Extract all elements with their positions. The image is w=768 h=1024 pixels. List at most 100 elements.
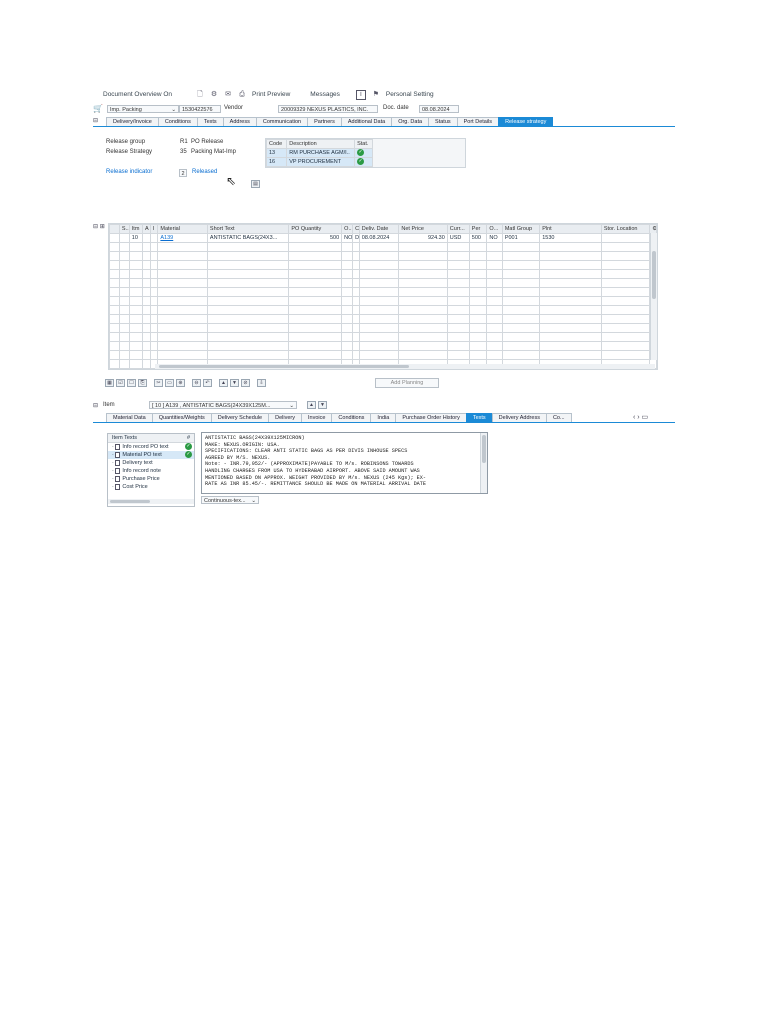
tab-status[interactable]: Status	[428, 117, 458, 126]
empty-table-row[interactable]	[109, 305, 657, 315]
tab-texts[interactable]: Texts	[196, 117, 224, 126]
col-short-text[interactable]: Short Text	[206, 224, 290, 234]
col-opu[interactable]: O...	[486, 224, 503, 234]
col-po-quantity[interactable]: PO Quantity	[288, 224, 343, 234]
text-editor[interactable]: ANTISTATIC BAGS(24X39X125MICRON) MAKE: N…	[201, 432, 488, 494]
tab-port-details[interactable]: Port Details	[456, 117, 500, 126]
row-selector[interactable]	[109, 287, 120, 297]
empty-table-row[interactable]	[109, 296, 657, 306]
cell-matl-group[interactable]: P001	[501, 233, 541, 243]
row-selector[interactable]	[109, 296, 120, 306]
empty-table-row[interactable]	[109, 242, 657, 252]
personal-setting-button[interactable]: Personal Setting	[386, 91, 434, 98]
item-select[interactable]: [ 10 ] A139 , ANTISTATIC BAGS(24X39X125M…	[149, 401, 297, 409]
item-collapse-icon[interactable]: ⊟	[93, 402, 101, 409]
row-selector[interactable]	[109, 233, 120, 243]
details-icon[interactable]: ▦	[105, 379, 114, 387]
copy-icon[interactable]: ⎘	[138, 379, 147, 387]
hold-icon[interactable]: ⚙	[210, 91, 218, 99]
tab-conditions[interactable]: Conditions	[157, 117, 198, 126]
select-all-icon[interactable]: ☑	[116, 379, 125, 387]
tab-delivery-schedule[interactable]: Delivery Schedule	[210, 413, 270, 422]
other-po-icon[interactable]: ✉	[224, 91, 232, 99]
row-selector[interactable]	[109, 350, 120, 360]
tab-scroll-arrows[interactable]: ‹ › ▭	[633, 413, 648, 421]
col-net-price[interactable]: Net Price	[398, 224, 448, 234]
release-indicator-code[interactable]: 2	[179, 169, 187, 177]
collapse-header-icon[interactable]: ⊟	[93, 117, 101, 125]
deselect-all-icon[interactable]: ☐	[127, 379, 136, 387]
scroll-thumb[interactable]	[652, 251, 656, 299]
tab-po-history[interactable]: Purchase Order History	[395, 413, 467, 422]
tab-additional-data[interactable]: Additional Data	[340, 117, 393, 126]
col-curr[interactable]: Curr...	[446, 224, 470, 234]
cell-c[interactable]: D	[352, 233, 360, 243]
previous-item-icon[interactable]: ▲	[307, 401, 316, 409]
row-selector[interactable]	[109, 323, 120, 333]
document-overview-button[interactable]: Document Overview On	[103, 91, 172, 98]
cell-oun[interactable]: NO	[341, 233, 354, 243]
paste-icon[interactable]: ▭	[165, 379, 174, 387]
cell-po-quantity[interactable]: 500	[288, 233, 343, 243]
export-icon[interactable]: ⇩	[257, 379, 266, 387]
release-detail-icon[interactable]: ▤	[251, 180, 260, 188]
empty-table-row[interactable]	[109, 269, 657, 279]
row-selector[interactable]	[109, 260, 120, 270]
sort-asc-icon[interactable]: ▲	[219, 379, 228, 387]
scroll-thumb[interactable]	[159, 365, 409, 368]
tab-quantities-weights[interactable]: Quantities/Weights	[151, 413, 212, 422]
row-selector[interactable]	[109, 314, 120, 324]
col-matl-group[interactable]: Matl Group	[501, 224, 541, 234]
cell-stor-location[interactable]	[600, 233, 651, 243]
list-item[interactable]: · Info record note	[108, 467, 194, 475]
row-selector[interactable]	[109, 242, 120, 252]
empty-table-row[interactable]	[109, 332, 657, 342]
texts-list-scrollbar[interactable]	[108, 499, 194, 504]
empty-table-row[interactable]	[109, 251, 657, 261]
scroll-thumb[interactable]	[482, 435, 486, 463]
tab-material-data[interactable]: Material Data	[106, 413, 153, 422]
list-item[interactable]: · Purchase Price	[108, 475, 194, 483]
cell-curr[interactable]: USD	[446, 233, 470, 243]
empty-table-row[interactable]	[109, 323, 657, 333]
col-per[interactable]: Per	[468, 224, 488, 234]
tab-delivery-invoice[interactable]: Delivery/Invoice	[106, 117, 159, 126]
print-preview-icon[interactable]: ⎙	[238, 91, 246, 99]
empty-table-row[interactable]	[109, 287, 657, 297]
cell-deliv-date[interactable]: 08.08.2024	[358, 233, 400, 243]
table-row[interactable]: 10 A139 ANTISTATIC BAGS(24X3... 500 NO D…	[109, 233, 657, 243]
scroll-thumb[interactable]	[110, 500, 150, 503]
tab-address[interactable]: Address	[222, 117, 257, 126]
help-icon[interactable]: i	[355, 89, 366, 100]
items-vertical-scrollbar[interactable]	[650, 233, 657, 360]
list-item[interactable]: · Delivery text	[108, 459, 194, 467]
tab-org-data[interactable]: Org. Data	[391, 117, 430, 126]
next-item-icon[interactable]: ▼	[318, 401, 327, 409]
col-stor-location[interactable]: Stor. Location	[600, 224, 651, 234]
empty-table-row[interactable]	[109, 341, 657, 351]
cell-per[interactable]: 500	[468, 233, 488, 243]
col-material[interactable]: Material	[157, 224, 208, 234]
list-item[interactable]: · Info record PO text ✓	[108, 443, 194, 451]
new-document-icon[interactable]: 🗋	[196, 91, 204, 99]
col-itm[interactable]: Itm	[128, 224, 143, 234]
row-selector[interactable]	[109, 332, 120, 342]
add-planning-button[interactable]: Add Planning	[375, 378, 439, 388]
tab-india[interactable]: India	[370, 413, 397, 422]
col-plnt[interactable]: Plnt	[539, 224, 602, 234]
col-a[interactable]: A	[142, 224, 151, 234]
insert-row-icon[interactable]: ⊕	[176, 379, 185, 387]
empty-table-row[interactable]	[109, 314, 657, 324]
personal-setting-icon[interactable]: ⚑	[372, 91, 380, 99]
cell-opu[interactable]: NO	[486, 233, 503, 243]
po-type-select[interactable]: Imp. Packing ⌄	[107, 105, 179, 113]
messages-button[interactable]: Messages	[310, 91, 340, 98]
tab-item-conditions[interactable]: Conditions	[331, 413, 372, 422]
filter-off-icon[interactable]: ⊘	[241, 379, 250, 387]
vendor-field[interactable]: 20009329 NEXUS PLASTICS, INC.	[278, 105, 378, 113]
print-preview-button[interactable]: Print Preview	[252, 91, 290, 98]
items-collapse-icon[interactable]: ⊟ ⊞	[93, 223, 107, 231]
cut-icon[interactable]: ✂	[154, 379, 163, 387]
empty-table-row[interactable]	[109, 278, 657, 288]
text-format-select[interactable]: Continuous-tex... ⌄	[201, 496, 259, 504]
